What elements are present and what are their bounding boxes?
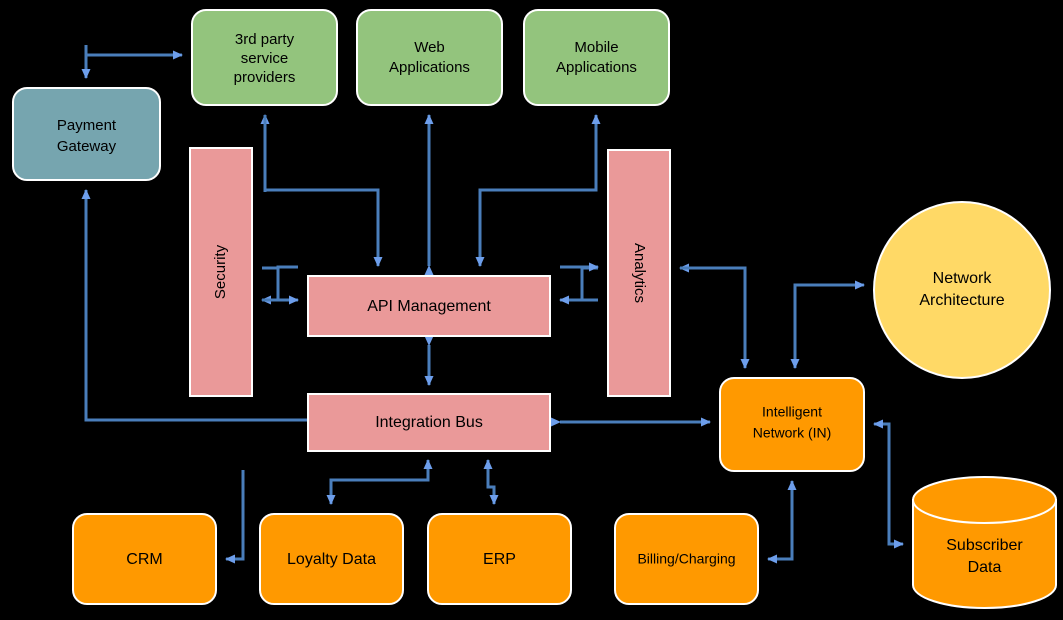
erp-shape[interactable] xyxy=(427,513,572,605)
node-network-architecture[interactable]: Network Architecture xyxy=(873,201,1051,379)
architecture-diagram: Payment Gateway 3rd party service provid… xyxy=(0,0,1063,620)
node-mobile-applications[interactable]: Mobile Applications xyxy=(523,9,670,106)
node-security[interactable]: Security xyxy=(189,147,253,397)
node-payment-gateway[interactable]: Payment Gateway xyxy=(12,87,161,181)
node-intelligent-network[interactable]: Intelligent Network (IN) xyxy=(719,377,865,472)
node-integration-bus[interactable]: Integration Bus xyxy=(307,393,551,452)
billing-charging-shape[interactable] xyxy=(614,513,759,605)
node-third-party-service-providers[interactable]: 3rd party service providers xyxy=(191,9,338,106)
analytics-shape[interactable] xyxy=(607,149,671,397)
subscriber-data-top[interactable] xyxy=(912,476,1057,524)
payment-gateway-shape[interactable] xyxy=(12,87,161,181)
node-web-applications[interactable]: Web Applications xyxy=(356,9,503,106)
network-architecture-shape[interactable] xyxy=(873,201,1051,379)
intelligent-network-shape[interactable] xyxy=(719,377,865,472)
loyalty-data-shape[interactable] xyxy=(259,513,404,605)
node-subscriber-data[interactable]: Subscriber Data xyxy=(912,476,1057,609)
node-erp[interactable]: ERP xyxy=(427,513,572,605)
node-crm[interactable]: CRM xyxy=(72,513,217,605)
third-party-service-providers-shape[interactable] xyxy=(191,9,338,106)
web-applications-shape[interactable] xyxy=(356,9,503,106)
crm-shape[interactable] xyxy=(72,513,217,605)
connector-analytics-stub xyxy=(560,265,584,269)
node-billing-charging[interactable]: Billing/Charging xyxy=(614,513,759,605)
node-api-management[interactable]: API Management xyxy=(307,275,551,337)
node-analytics[interactable]: Analytics xyxy=(607,149,671,397)
connector-api-management-to-analytics xyxy=(580,262,599,272)
api-management-shape[interactable] xyxy=(307,275,551,337)
diagram-canvas: Payment Gateway 3rd party service provid… xyxy=(0,0,1063,620)
mobile-applications-shape[interactable] xyxy=(523,9,670,106)
integration-bus-shape[interactable] xyxy=(307,393,551,452)
node-loyalty-data[interactable]: Loyalty Data xyxy=(259,513,404,605)
security-shape[interactable] xyxy=(189,147,253,397)
